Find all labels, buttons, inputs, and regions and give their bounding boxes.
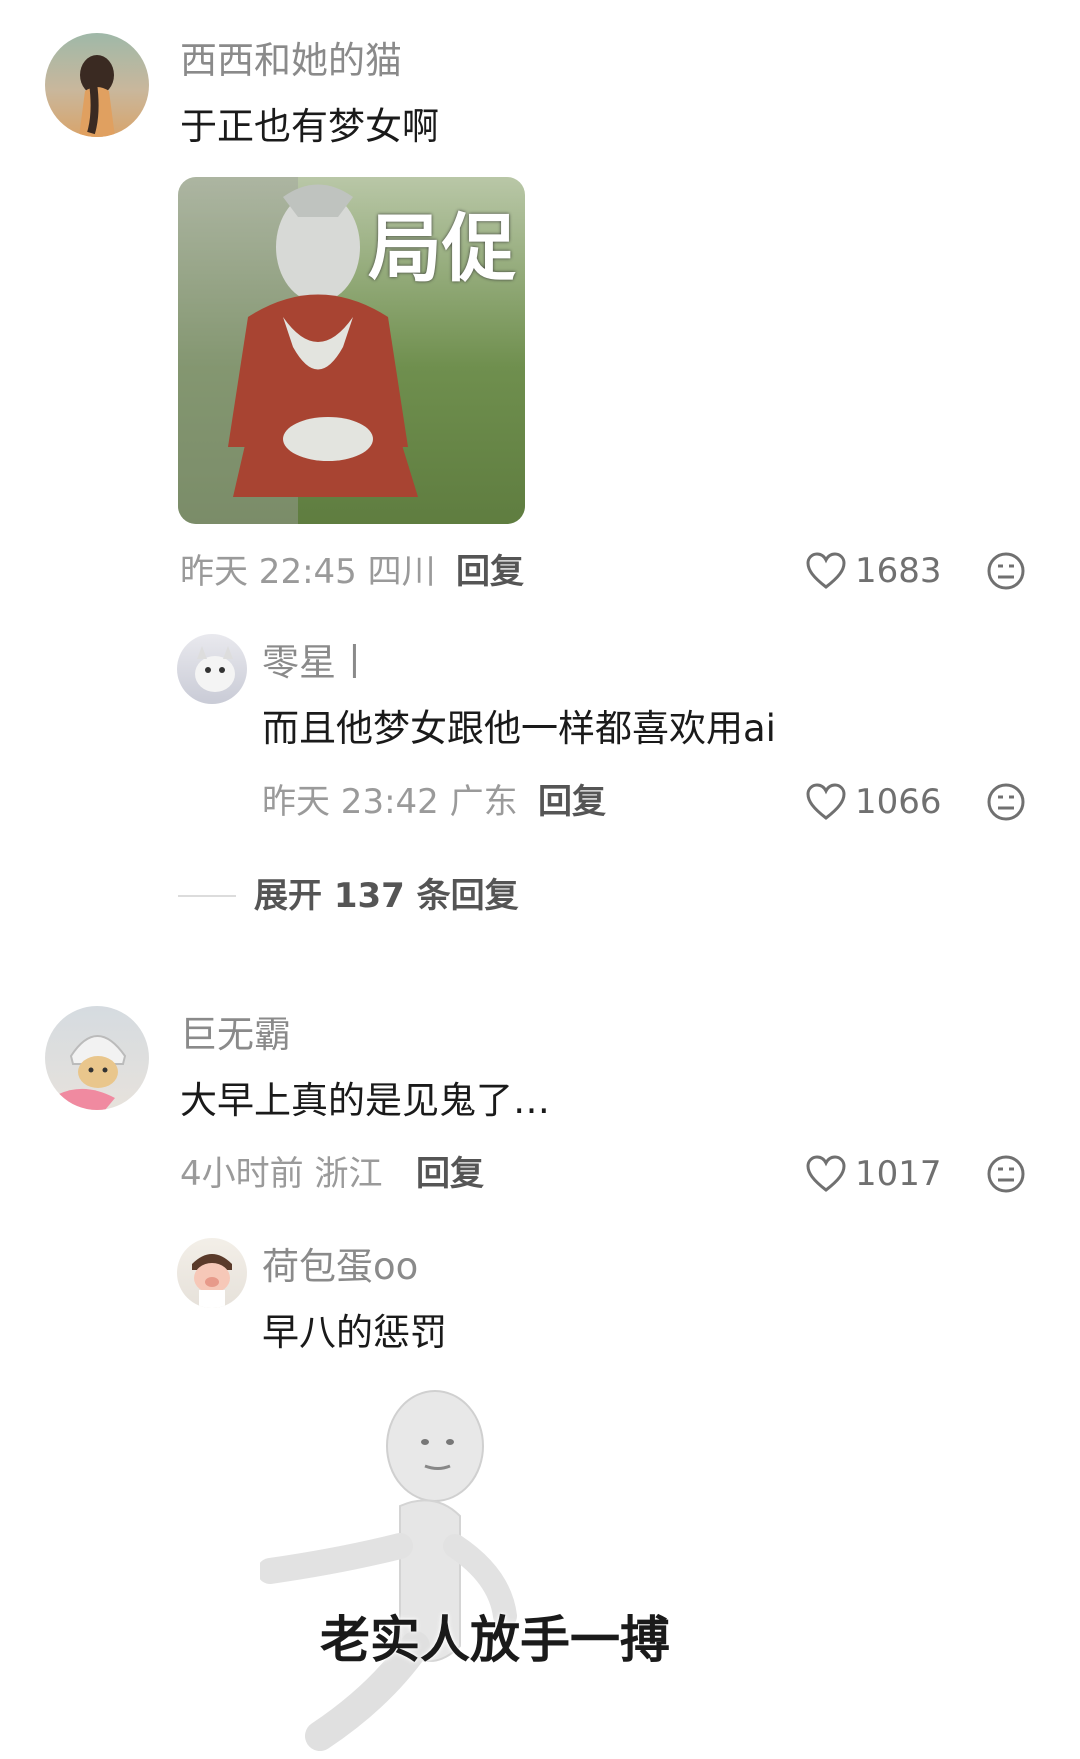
username[interactable]: 巨无霸 bbox=[180, 1012, 291, 1058]
comment-time: 4小时前 浙江 bbox=[180, 1152, 382, 1196]
heart-outline-icon bbox=[805, 552, 847, 590]
expand-replies-button[interactable]: 展开 137 条回复 bbox=[178, 874, 519, 918]
like-button[interactable]: 1683 bbox=[805, 549, 942, 593]
avatar[interactable] bbox=[45, 33, 149, 137]
neutral-face-icon[interactable] bbox=[986, 782, 1026, 822]
avatar[interactable] bbox=[45, 1006, 149, 1110]
reply-username[interactable]: 零星丨 bbox=[262, 640, 373, 686]
like-button[interactable]: 1066 bbox=[805, 780, 942, 824]
location-text: 四川 bbox=[367, 552, 436, 592]
avatar-image bbox=[195, 646, 235, 692]
like-count: 1017 bbox=[855, 1154, 942, 1194]
sticker-image[interactable]: 局促 bbox=[178, 177, 525, 524]
reply-button[interactable]: 回复 bbox=[538, 780, 606, 824]
location-text: 浙江 bbox=[314, 1154, 383, 1194]
comment-text: 大早上真的是见鬼了… bbox=[180, 1079, 550, 1122]
time-text: 昨天 22:45 bbox=[180, 552, 357, 592]
sticker-caption: 老实人放手一搏 bbox=[320, 1611, 670, 1669]
time-text: 昨天 23:42 bbox=[262, 782, 439, 822]
reply-avatar[interactable] bbox=[177, 634, 247, 704]
comment-time: 昨天 22:45 四川 bbox=[180, 550, 436, 594]
location-text: 广东 bbox=[449, 782, 518, 822]
divider bbox=[178, 895, 236, 897]
neutral-face-icon[interactable] bbox=[986, 1154, 1026, 1194]
heart-outline-icon bbox=[805, 1155, 847, 1193]
reply-text: 而且他梦女跟他一样都喜欢用ai bbox=[262, 707, 776, 750]
sticker-caption: 局促 bbox=[368, 206, 516, 292]
reply-button[interactable]: 回复 bbox=[416, 1152, 484, 1196]
expand-label: 展开 137 条回复 bbox=[254, 876, 519, 916]
neutral-face-icon[interactable] bbox=[986, 551, 1026, 591]
reply-avatar[interactable] bbox=[177, 1238, 247, 1308]
time-text: 4小时前 bbox=[180, 1154, 304, 1194]
reply-text: 早八的惩罚 bbox=[262, 1311, 447, 1354]
like-count: 1066 bbox=[855, 782, 942, 822]
avatar-image bbox=[192, 1254, 232, 1308]
heart-outline-icon bbox=[805, 783, 847, 821]
comment-text: 于正也有梦女啊 bbox=[180, 105, 439, 148]
avatar-image bbox=[55, 1035, 127, 1110]
like-count: 1683 bbox=[855, 551, 942, 591]
username[interactable]: 西西和她的猫 bbox=[180, 38, 402, 84]
like-button[interactable]: 1017 bbox=[805, 1152, 942, 1196]
reply-button[interactable]: 回复 bbox=[456, 550, 524, 594]
reply-time: 昨天 23:42 广东 bbox=[262, 780, 518, 824]
avatar-image bbox=[79, 55, 115, 137]
running-figure-illustration bbox=[260, 1390, 517, 1751]
sticker-image[interactable]: 老实人放手一搏 bbox=[260, 1376, 740, 1759]
reply-username[interactable]: 荷包蛋oo bbox=[262, 1244, 418, 1290]
